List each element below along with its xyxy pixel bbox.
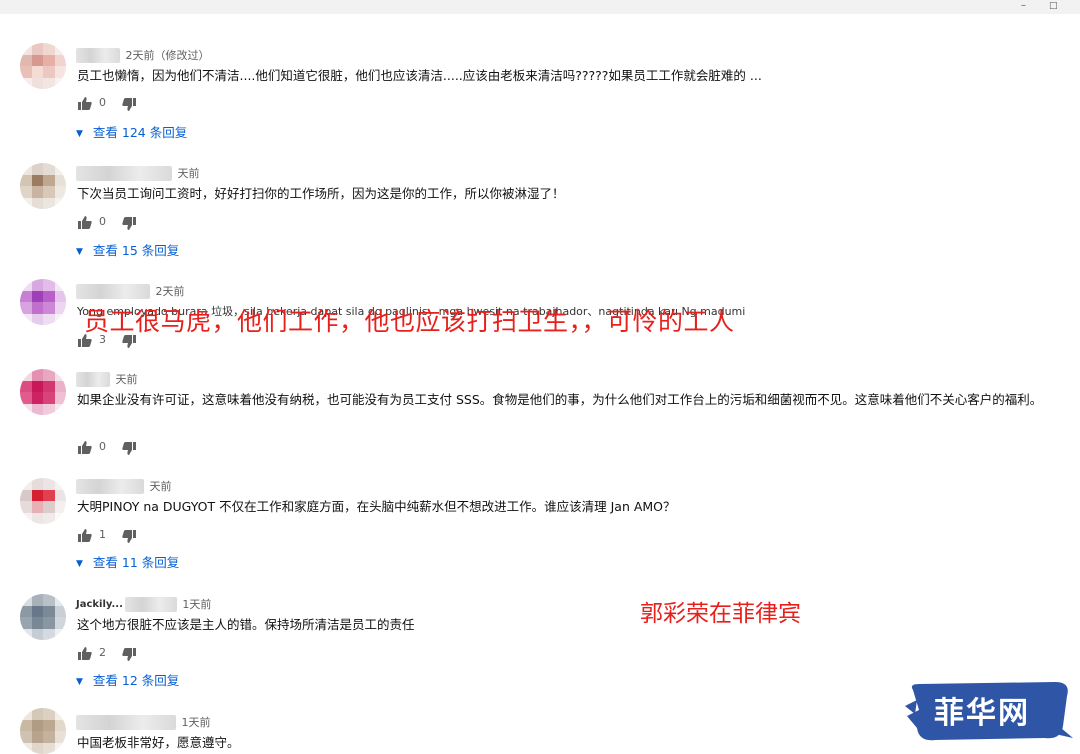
- author-name-blurred[interactable]: [76, 478, 144, 494]
- comment-meta: 天前: [76, 371, 138, 387]
- comment-time[interactable]: 天前: [178, 167, 200, 180]
- comment-time[interactable]: 1天前: [182, 598, 211, 611]
- view-replies-label: 查看 124 条回复: [92, 125, 188, 140]
- comment-meta: 天前: [76, 478, 172, 494]
- comment-time[interactable]: 1天前: [182, 716, 211, 729]
- logo-text: 菲华网: [934, 696, 1030, 731]
- comment-text: 下次当员工询问工资时，好好打扫你的工作场所，因为这是你的工作，所以你被淋湿了！: [77, 186, 565, 201]
- like-count: 2: [99, 646, 106, 659]
- avatar[interactable]: [20, 708, 66, 754]
- like-count: 0: [99, 215, 106, 228]
- view-replies-button[interactable]: ▼ 查看 11 条回复: [76, 552, 179, 570]
- comment-text: 员工也懒惰，因为他们不清洁....他们知道它很脏，他们也应该清洁.....应该由…: [77, 68, 762, 83]
- author-name-blurred[interactable]: [76, 283, 150, 299]
- like-icon[interactable]: [78, 647, 92, 660]
- comment-time[interactable]: 天前: [150, 480, 172, 493]
- dislike-icon[interactable]: [122, 648, 136, 661]
- author-name[interactable]: Jackily...: [76, 599, 123, 610]
- chevron-down-icon: ▼: [76, 559, 83, 569]
- dislike-icon[interactable]: [122, 442, 136, 455]
- comment-meta: 天前: [76, 165, 200, 181]
- avatar[interactable]: [20, 279, 66, 325]
- comment-meta: 2天前（修改过）: [76, 47, 210, 63]
- dislike-icon[interactable]: [122, 530, 136, 543]
- like-icon[interactable]: [78, 216, 92, 229]
- view-replies-label: 查看 12 条回复: [92, 673, 180, 688]
- view-replies-label: 查看 11 条回复: [92, 555, 180, 570]
- comment-meta: 2天前: [76, 283, 185, 299]
- comment-time[interactable]: 天前: [116, 373, 138, 386]
- like-icon[interactable]: [78, 97, 92, 110]
- dislike-icon[interactable]: [122, 217, 136, 230]
- view-replies-label: 查看 15 条回复: [92, 243, 180, 258]
- author-name-blurred[interactable]: [124, 596, 177, 612]
- comment-text: 这个地方很脏不应该是主人的错。保持场所清洁是员工的责任: [77, 617, 415, 632]
- chevron-down-icon: ▼: [76, 247, 83, 257]
- window-titlebar: – □: [0, 0, 1080, 14]
- like-icon[interactable]: [78, 441, 92, 454]
- view-replies-button[interactable]: ▼ 查看 12 条回复: [76, 670, 179, 688]
- avatar[interactable]: [20, 163, 66, 209]
- view-replies-button[interactable]: ▼ 查看 15 条回复: [76, 240, 179, 258]
- author-name-blurred[interactable]: [76, 714, 176, 730]
- avatar[interactable]: [20, 369, 66, 415]
- like-count: 1: [99, 528, 106, 541]
- author-watermark: 郭彩荣在菲律宾: [640, 601, 801, 627]
- translation-overlay: 员工很马虎，他们工作，他也应该打扫卫生，，可怜的工人: [84, 307, 735, 336]
- like-icon[interactable]: [78, 529, 92, 542]
- author-name-blurred[interactable]: [76, 47, 120, 63]
- comment-time[interactable]: 2天前（修改过）: [126, 49, 210, 62]
- avatar[interactable]: [20, 594, 66, 640]
- comment-text: 大明PINOY na DUGYOT 不仅在工作和家庭方面，在头脑中纯薪水但不想改…: [77, 499, 676, 514]
- chevron-down-icon: ▼: [76, 129, 83, 139]
- dislike-icon[interactable]: [122, 98, 136, 111]
- comment-text: 如果企业没有许可证，这意味着他没有纳税，也可能没有为员工支付 SSS。食物是他们…: [77, 392, 1043, 407]
- author-name-blurred[interactable]: [76, 371, 110, 387]
- minimize-button[interactable]: –: [1021, 0, 1026, 12]
- chevron-down-icon: ▼: [76, 677, 83, 687]
- avatar[interactable]: [20, 43, 66, 89]
- view-replies-button[interactable]: ▼ 查看 124 条回复: [76, 122, 187, 140]
- avatar[interactable]: [20, 478, 66, 524]
- like-count: 0: [99, 96, 106, 109]
- like-count: 0: [99, 440, 106, 453]
- comment-time[interactable]: 2天前: [156, 285, 185, 298]
- maximize-button[interactable]: □: [1049, 0, 1058, 12]
- author-name-blurred[interactable]: [76, 165, 172, 181]
- comment-meta: Jackily... 1天前: [76, 596, 211, 612]
- comment-meta: 1天前: [76, 714, 211, 730]
